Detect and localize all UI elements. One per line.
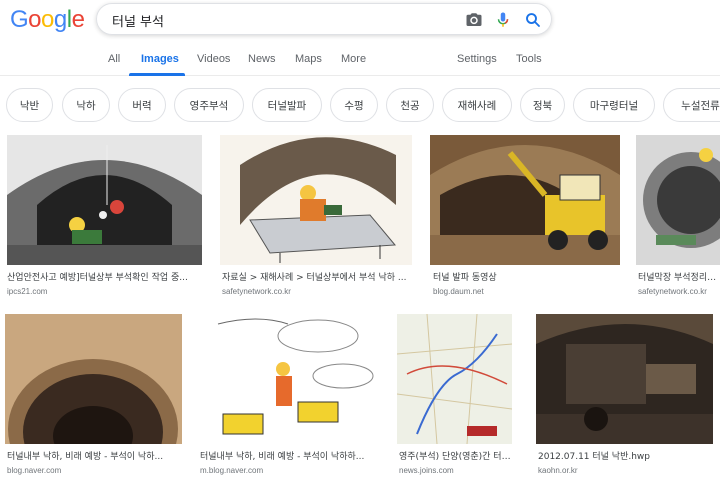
- nav-tabs: All Images Videos News Maps More Setting…: [0, 40, 720, 76]
- result-source: safetynetwork.co.kr: [638, 287, 707, 296]
- google-logo[interactable]: Google: [10, 6, 85, 34]
- related-chips: 낙반 낙하 버력 영주부석 터널발파 수평 천공 재해사례 정북 마구령터널 누…: [0, 88, 720, 122]
- mic-icon[interactable]: [494, 11, 512, 29]
- chip[interactable]: 영주부석: [174, 88, 244, 122]
- tab-more[interactable]: More: [341, 53, 366, 65]
- result-image[interactable]: [636, 135, 720, 265]
- logo-letter: g: [53, 6, 67, 33]
- result-caption[interactable]: 2012.07.11 터널 낙반.hwp: [538, 449, 713, 462]
- result-image[interactable]: [220, 135, 412, 265]
- result-caption[interactable]: 터널 발파 동영상: [433, 270, 620, 283]
- result-image[interactable]: [5, 314, 182, 444]
- tab-videos[interactable]: Videos: [197, 53, 230, 65]
- chip[interactable]: 재해사례: [442, 88, 512, 122]
- search-box: [96, 3, 552, 35]
- logo-letter: e: [71, 6, 85, 33]
- logo-letter: o: [41, 6, 54, 33]
- result-caption[interactable]: 산업안전사고 예방]터널상부 부석확인 작업 중...: [7, 270, 202, 283]
- result-source: safetynetwork.co.kr: [222, 287, 291, 296]
- chip[interactable]: 낙반: [6, 88, 53, 122]
- result-caption[interactable]: 영주(부석) 단양(영춘)간 터널 ...: [399, 449, 512, 462]
- camera-icon[interactable]: [465, 11, 483, 29]
- tab-maps[interactable]: Maps: [295, 53, 322, 65]
- active-tab-indicator: [129, 73, 185, 76]
- result-image[interactable]: [536, 314, 713, 444]
- chip[interactable]: 정북: [520, 88, 565, 122]
- chip[interactable]: 누설전류: [663, 88, 720, 122]
- result-caption[interactable]: 자료실 > 재해사례 > 터널상부에서 부석 낙하 ...: [222, 270, 412, 283]
- chip[interactable]: 마구령터널: [573, 88, 655, 122]
- chip[interactable]: 낙하: [62, 88, 110, 122]
- chip[interactable]: 버력: [118, 88, 166, 122]
- result-caption[interactable]: 터널내부 낙하, 비래 예방 - 부석이 낙하...: [7, 449, 184, 462]
- search-icon[interactable]: [524, 11, 542, 29]
- result-caption[interactable]: 터널막장 부석정리작...: [638, 270, 720, 283]
- chip[interactable]: 터널발파: [252, 88, 322, 122]
- tab-images[interactable]: Images: [141, 53, 179, 65]
- tab-all[interactable]: All: [108, 53, 120, 65]
- result-source: blog.naver.com: [7, 466, 62, 475]
- logo-letter: o: [28, 6, 42, 33]
- result-source: blog.daum.net: [433, 287, 484, 296]
- result-image[interactable]: [198, 314, 378, 444]
- chip[interactable]: 천공: [386, 88, 434, 122]
- result-source: ipcs21.com: [7, 287, 48, 296]
- tools-link[interactable]: Tools: [516, 53, 542, 65]
- result-source: news.joins.com: [399, 466, 454, 475]
- result-caption[interactable]: 터널내부 낙하, 비래 예방 - 부석이 낙하하...: [200, 449, 378, 462]
- tab-news[interactable]: News: [248, 53, 276, 65]
- search-input[interactable]: [112, 11, 452, 29]
- result-image[interactable]: [7, 135, 202, 265]
- result-image[interactable]: [397, 314, 512, 444]
- result-source: kaohn.or.kr: [538, 466, 578, 475]
- chip[interactable]: 수평: [330, 88, 378, 122]
- result-source: m.blog.naver.com: [200, 466, 264, 475]
- settings-link[interactable]: Settings: [457, 53, 497, 65]
- logo-letter: G: [10, 6, 29, 33]
- result-image[interactable]: [430, 135, 620, 265]
